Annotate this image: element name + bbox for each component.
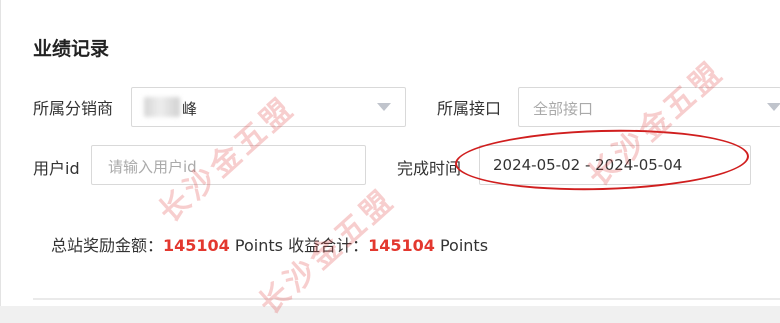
income-value: 145104 — [368, 236, 435, 255]
interface-select[interactable]: 全部接口 — [518, 87, 780, 127]
chevron-down-icon — [767, 103, 780, 111]
user-id-input[interactable]: 请输入用户id — [91, 145, 366, 185]
distributor-label: 所属分销商 — [33, 99, 114, 118]
chevron-down-icon — [377, 103, 391, 111]
income-unit: Points — [439, 236, 489, 255]
distributor-select[interactable]: 峰 — [131, 87, 406, 127]
date-range-picker[interactable]: 2024-05-02 - 2024-05-04 — [479, 145, 751, 185]
interface-label: 所属接口 — [437, 99, 502, 118]
income-label: 收益合计： — [288, 236, 369, 255]
performance-panel: 业绩记录 所属分销商 峰 所属接口 全部接口 用户id 请输入用户id 完成时间… — [0, 0, 780, 322]
page-title: 业绩记录 — [33, 38, 110, 60]
completion-time-label: 完成时间 — [397, 159, 462, 178]
divider — [33, 298, 780, 300]
bonus-unit: Points — [234, 236, 283, 255]
date-range-value: 2024-05-02 - 2024-05-04 — [493, 156, 683, 174]
user-id-label: 用户id — [33, 159, 80, 178]
distributor-value: 峰 — [182, 100, 198, 118]
interface-value: 全部接口 — [533, 100, 594, 118]
bonus-label: 总站奖励金额： — [51, 236, 164, 255]
summary-line: 总站奖励金额：145104 Points 收益合计：145104 Points — [51, 232, 488, 256]
user-id-placeholder: 请输入用户id — [108, 158, 197, 176]
redacted-name — [144, 97, 180, 117]
bonus-value: 145104 — [163, 236, 230, 255]
